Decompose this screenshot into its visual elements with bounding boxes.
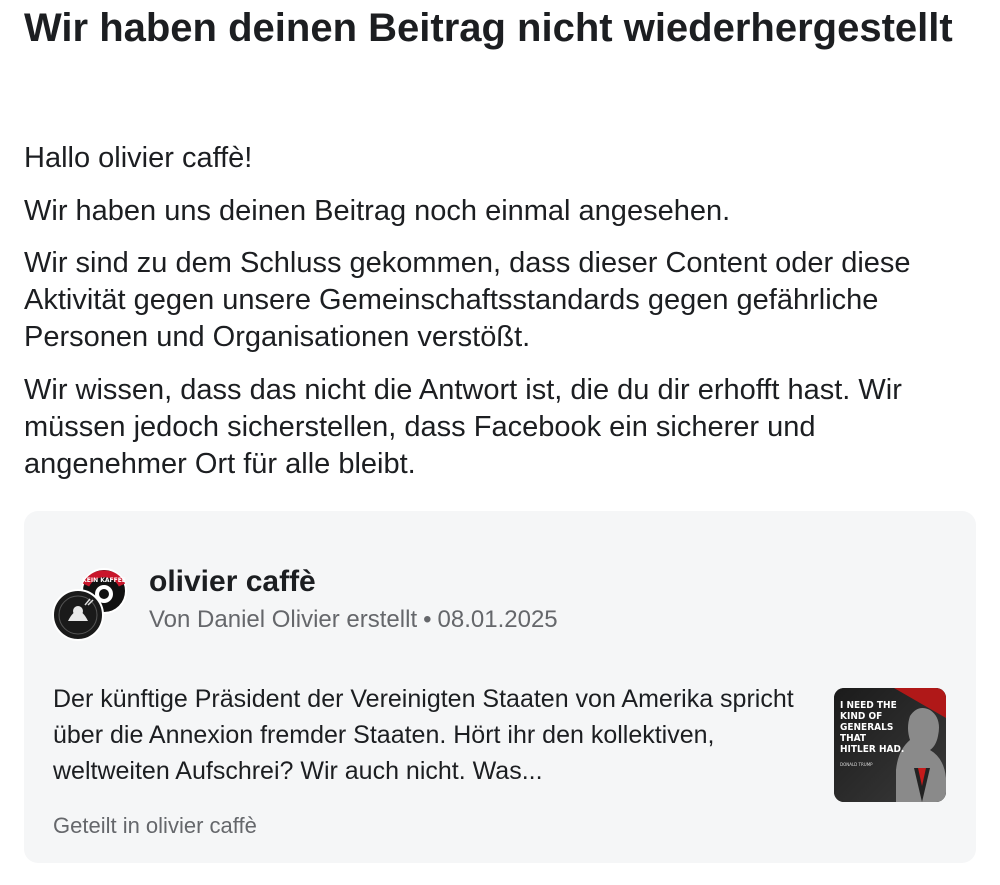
conclusion-text: Wir sind zu dem Schluss gekommen, dass d… (24, 247, 911, 353)
post-text[interactable]: Der künftige Präsident der Vereinigten S… (53, 681, 823, 789)
page-title: Wir haben deinen Beitrag nicht wiederher… (24, 6, 953, 50)
post-thumbnail[interactable]: I NEED THE KIND OF GENERALS THAT HITLER … (834, 688, 946, 802)
thumb-attribution: DONALD TRUMP (840, 762, 873, 767)
page-avatar[interactable]: KEIN KAFFEE (52, 565, 132, 641)
thumb-quote-line: KIND OF (840, 711, 882, 722)
thumb-quote-line: GENERALS (840, 722, 893, 733)
greeting-text: Hallo olivier caffè! (24, 142, 253, 174)
post-meta: Von Daniel Olivier erstellt • 08.01.2025 (149, 605, 558, 635)
avatar-badge-text: KEIN KAFFEE (82, 577, 126, 584)
svg-text:I NEED THE KIND OF: I NEED THE KIND OF GENERALS THAT HITLER … (840, 700, 904, 755)
thumb-quote-line: I NEED THE (840, 700, 897, 711)
post-author[interactable]: olivier caffè (149, 563, 316, 601)
meta-separator: • (423, 606, 432, 633)
apology-text: Wir wissen, dass das nicht die Antwort i… (24, 374, 902, 480)
post-preview-card[interactable]: KEIN KAFFEE olivier caffè Von Daniel Oli… (24, 511, 976, 863)
thumb-quote-line: HITLER HAD. (840, 744, 904, 755)
thumb-quote-line: THAT (840, 733, 867, 744)
post-date: 08.01.2025 (437, 606, 558, 633)
review-text: Wir haben uns deinen Beitrag noch einmal… (24, 195, 731, 227)
shared-in-label[interactable]: Geteilt in olivier caffè (53, 812, 257, 840)
post-created-by: Von Daniel Olivier erstellt (149, 606, 418, 633)
rejection-notice: Wir haben deinen Beitrag nicht wiederher… (0, 0, 1000, 885)
